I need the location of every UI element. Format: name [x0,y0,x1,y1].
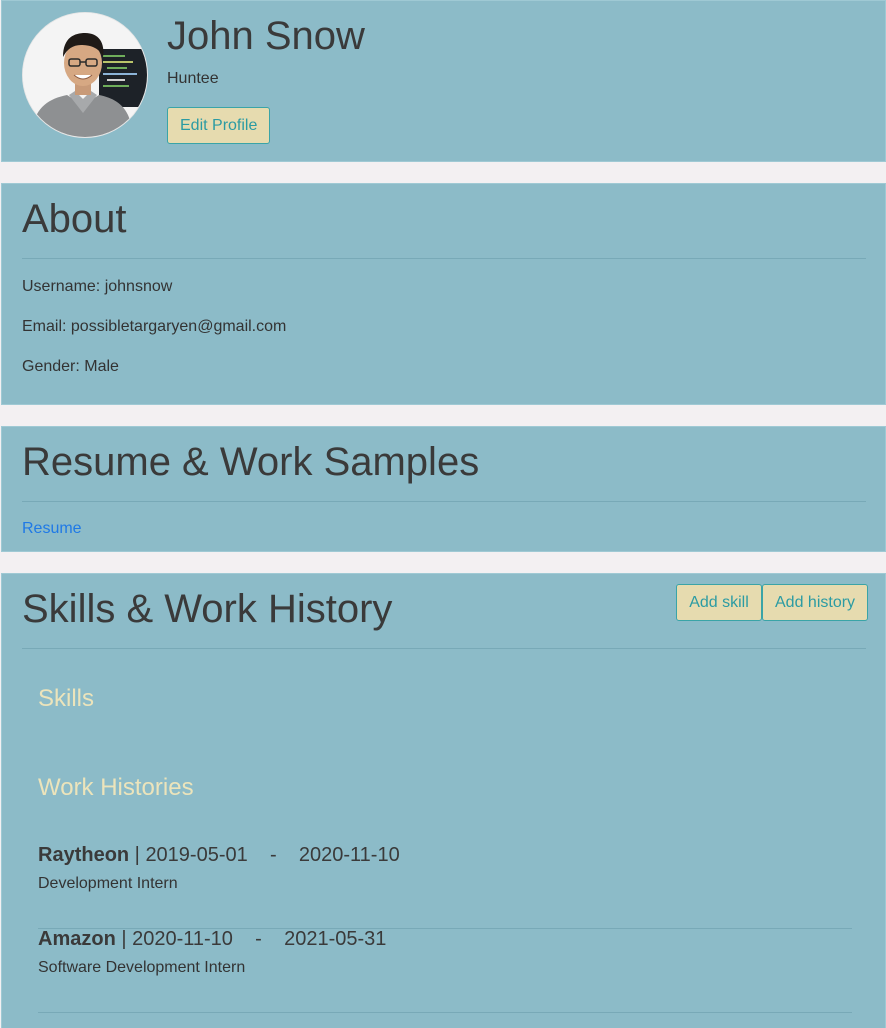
history-start-date: 2020-11-10 [132,928,233,950]
edit-profile-button[interactable]: Edit Profile [167,107,270,144]
history-heading: Amazon | 2020-11-10 - 2021-05-31 [38,928,387,950]
skills-heading: Skills [38,685,95,712]
history-item: Amazon | 2020-11-10 - 2021-05-31 Softwar… [38,928,852,1013]
work-histories-heading: Work Histories [38,774,194,801]
history-date-separator: - [255,928,262,950]
profile-name: John Snow [167,14,365,58]
resume-card: Resume & Work Samples Resume [1,426,886,552]
history-heading: Raytheon | 2019-05-01 - 2020-11-10 [38,844,400,866]
history-date-separator: - [269,844,277,866]
history-start-date: 2019-05-01 [145,844,248,866]
skills-divider [22,648,866,649]
history-company: Raytheon [38,844,130,866]
about-card: About Username: johnsnow Email: possible… [1,183,886,405]
history-job-title: Software Development Intern [38,959,246,976]
history-job-title: Development Intern [38,875,178,892]
about-title: About [22,197,127,241]
skills-history-title: Skills & Work History [22,587,393,631]
add-skill-button[interactable]: Add skill [676,584,762,621]
history-end-date: 2021-05-31 [284,928,387,950]
username-field: Username: johnsnow [22,278,173,295]
skills-history-card: Skills & Work History Add skill Add hist… [1,573,886,1028]
email-field: Email: possibletargaryen@gmail.com [22,318,287,335]
history-item: Raytheon | 2019-05-01 - 2020-11-10 Devel… [38,844,852,929]
resume-link[interactable]: Resume [22,520,82,538]
history-end-date: 2020-11-10 [298,844,400,866]
avatar-photo [23,13,147,137]
profile-card: John Snow Huntee Edit Profile [1,0,886,162]
about-divider [22,258,866,259]
resume-title: Resume & Work Samples [22,440,480,484]
history-company: Amazon [38,928,116,950]
resume-divider [22,501,866,502]
profile-avatar [22,12,148,138]
profile-role: Huntee [167,70,219,87]
add-history-button[interactable]: Add history [762,584,868,621]
gender-field: Gender: Male [22,358,119,375]
